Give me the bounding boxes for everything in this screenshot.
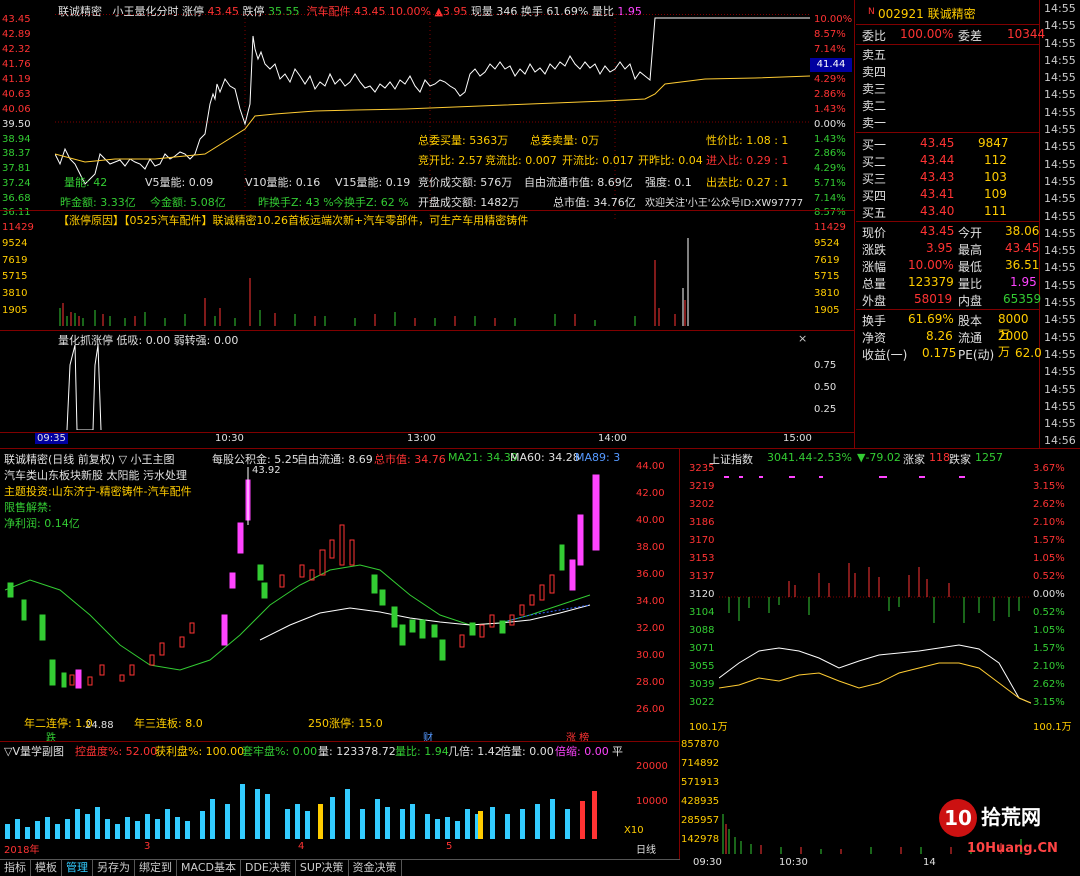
sub-indicator-plot	[66, 345, 102, 430]
daily-volume-plot	[5, 784, 597, 839]
tab-indicator[interactable]: 指标	[0, 860, 31, 876]
tab-save-as[interactable]: 另存为	[93, 860, 135, 876]
high-label: 43.92	[252, 465, 281, 476]
period-label[interactable]: 日线	[636, 841, 656, 856]
tab-manage[interactable]: 管理	[62, 860, 93, 876]
tab-sup[interactable]: SUP决策	[296, 860, 349, 876]
tab-macd[interactable]: MACD基本	[177, 860, 241, 876]
avg-line	[55, 75, 810, 163]
tab-dde[interactable]: DDE决策	[241, 860, 296, 876]
index-price-plot	[719, 476, 1031, 704]
stock-code: 002921	[878, 7, 924, 21]
watermark-logo: 10 拾荒网 10Huang.CN	[939, 799, 1059, 869]
stock-name-quote: 联诚精密	[927, 7, 976, 21]
daily-candles-plot	[4, 467, 600, 689]
index-chart[interactable]: 上证指数 3041.44 -2.53% ▼-79.02 涨家 118 跌家 12…	[681, 449, 1080, 876]
current-price-tag: 41.44	[810, 58, 852, 72]
intraday-volume-plot	[59, 238, 689, 326]
close-icon[interactable]: ×	[798, 332, 807, 345]
intraday-chart[interactable]: 联诚精密 小王量化分时 涨停 43.45 跌停 35.55 汽车配件 43.45…	[0, 0, 855, 448]
value-ratio: 性价比: 1.08 : 1	[706, 134, 789, 147]
tab-bind-to[interactable]: 绑定到	[135, 860, 177, 876]
quote-panel: N 002921 联诚精密 委比 100.00% 委差 10344 卖五 卖四 …	[856, 0, 1045, 448]
tick-time-column: 14:55 14:55 14:55 14:55 14:55 14:55 14:55 14:55…	[1044, 2, 1076, 448]
bottom-tab-bar: 指标 模板 管理 另存为 绑定到 MACD基本 DDE决策 SUP决策 资金决策	[0, 859, 680, 876]
total-ask-vol: 总委卖量: 0万	[530, 134, 600, 147]
limit-up-reason: 【涨停原因】【0525汽车配件】联诚精密10.26首板远端次新+汽车零部件，可生…	[58, 214, 529, 227]
tab-fund[interactable]: 资金决策	[349, 860, 402, 876]
tab-template[interactable]: 模板	[31, 860, 62, 876]
total-bid-vol: 总委买量: 5363万	[418, 134, 509, 147]
daily-chart[interactable]: 联诚精密(日线 前复权) ▽ 小王主图 每股公积金: 5.25 自由流通: 8.…	[0, 449, 680, 859]
vol-subchart-title[interactable]: ▽V量学副图	[4, 743, 64, 759]
